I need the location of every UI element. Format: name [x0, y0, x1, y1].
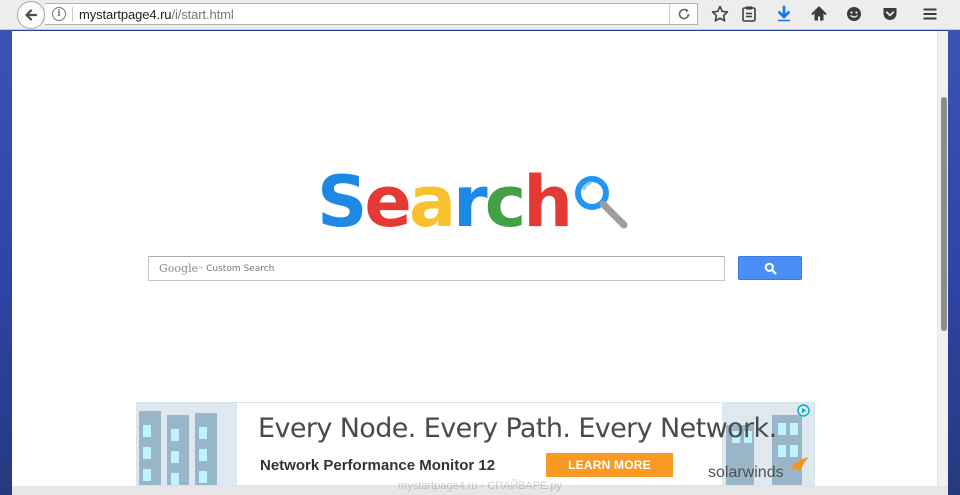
window-bottom-edge: [12, 486, 948, 495]
reload-button[interactable]: [669, 4, 697, 24]
url-path: /i/start.html: [171, 6, 234, 22]
arrow-left-icon: [25, 9, 38, 21]
url-domain: mystartpage4.ru: [79, 6, 172, 22]
emoji-icon[interactable]: [844, 4, 864, 24]
google-wordmark: Google: [159, 262, 199, 275]
search-logo: Search: [317, 161, 573, 243]
logo-letter: e: [364, 161, 412, 243]
url-text[interactable]: mystartpage4.ru/i/start.html: [79, 7, 234, 22]
download-icon[interactable]: [774, 4, 794, 24]
server-graphic-left: [137, 403, 237, 485]
info-icon[interactable]: i: [52, 7, 66, 21]
solarwinds-flame-icon: [789, 457, 809, 472]
logo-letter: h: [523, 161, 573, 243]
trademark-symbol: ™: [198, 265, 204, 272]
scrollbar-thumb[interactable]: [941, 97, 947, 331]
bookmark-star-icon[interactable]: [710, 4, 730, 24]
home-icon[interactable]: [809, 4, 829, 24]
back-button[interactable]: [17, 1, 45, 29]
vertical-scrollbar[interactable]: [937, 31, 948, 486]
ad-headline: Every Node. Every Path. Every Network.: [258, 413, 777, 444]
logo-letter: c: [484, 161, 526, 243]
logo-letters: Search: [317, 161, 573, 243]
adchoices-icon[interactable]: [795, 403, 812, 417]
logo-letter: S: [317, 161, 367, 243]
page-content: Search Google ™ Custom Search Every Node…: [12, 31, 937, 486]
logo-letter: a: [408, 161, 456, 243]
menu-icon[interactable]: [920, 4, 940, 24]
url-separator: [72, 6, 73, 22]
pocket-icon[interactable]: [880, 4, 900, 24]
search-icon: [764, 262, 777, 275]
ad-brand-logo: solarwinds: [708, 457, 809, 482]
custom-search-label: Custom Search: [206, 263, 275, 274]
desktop-background-right: [948, 0, 960, 495]
reload-icon: [678, 8, 689, 20]
ad-brand-name: solarwinds: [708, 464, 784, 481]
magnifier-icon: [575, 176, 628, 229]
ad-banner[interactable]: Every Node. Every Path. Every Network. N…: [136, 402, 815, 486]
search-input[interactable]: Google ™ Custom Search: [148, 256, 725, 281]
reading-list-icon[interactable]: [739, 4, 759, 24]
desktop-background-left: [0, 0, 12, 495]
address-bar[interactable]: i mystartpage4.ru/i/start.html: [45, 3, 698, 25]
search-button[interactable]: [738, 256, 802, 280]
learn-more-button[interactable]: LEARN MORE: [546, 453, 673, 477]
logo-letter: r: [453, 161, 487, 243]
browser-toolbar: i mystartpage4.ru/i/start.html: [0, 0, 960, 30]
ad-product-name: Network Performance Monitor 12: [260, 457, 496, 474]
